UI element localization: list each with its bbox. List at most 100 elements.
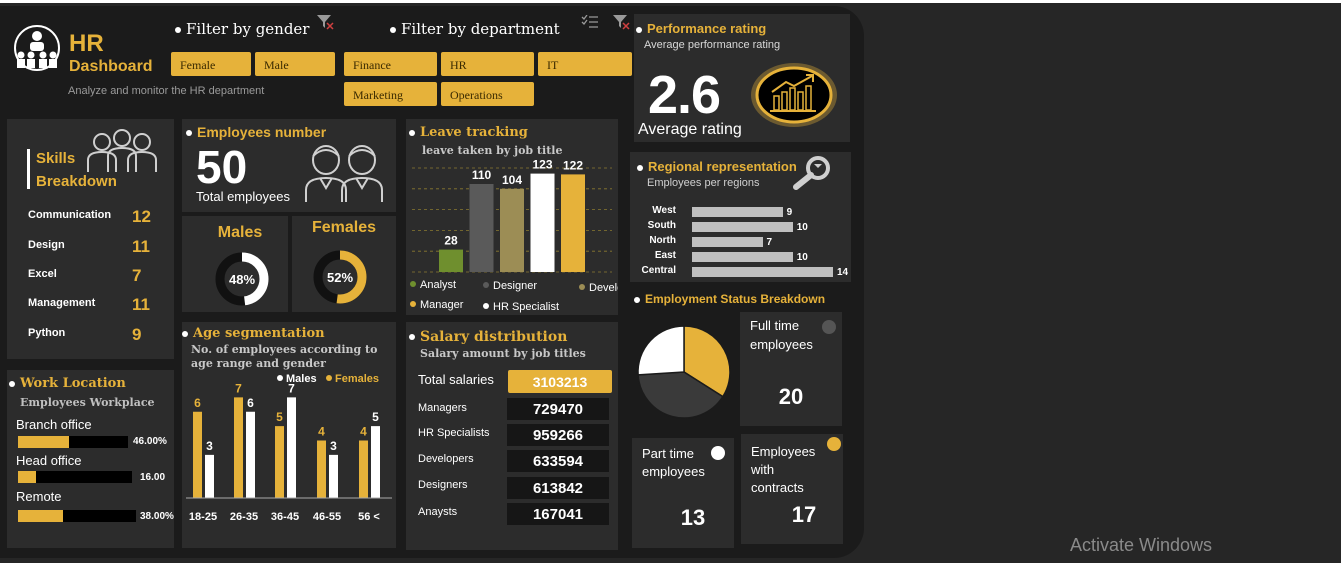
location-value: 38.00% — [140, 511, 174, 522]
region-value: 10 — [796, 222, 808, 233]
region-value: 9 — [786, 207, 793, 218]
leave-bar-label: 104 — [502, 173, 522, 187]
males-percent: 48% — [229, 272, 255, 287]
legend-label: Developer — [589, 282, 618, 294]
age-category-label: 46-55 — [313, 511, 341, 523]
skills-title-line1: Skills — [36, 150, 76, 167]
employees-icon — [305, 145, 383, 202]
contracts-value: 17 — [791, 502, 817, 527]
regional-title: Regional representation — [637, 159, 797, 174]
region-label: West — [652, 205, 676, 216]
skill-value: 9 — [132, 325, 142, 344]
filter-dept-marketing[interactable]: Marketing — [344, 82, 437, 106]
legend-marker — [483, 282, 489, 288]
filter-dept-finance[interactable]: Finance — [344, 52, 437, 76]
people-group-icon — [87, 129, 157, 172]
location-bar — [18, 436, 128, 448]
age-bar-label: 3 — [206, 439, 213, 453]
location-name: Remote — [16, 489, 62, 504]
performance-label: Average rating — [638, 121, 742, 138]
filter-dept-operations[interactable]: Operations — [441, 82, 534, 106]
region-bar — [692, 207, 783, 217]
work-location-subtitle: Employees Workplace — [20, 396, 155, 409]
skill-value: 11 — [132, 237, 150, 256]
clear-filter-icon[interactable] — [316, 14, 334, 30]
search-region-icon — [793, 156, 830, 190]
region-value: 14 — [837, 267, 849, 278]
legend-marker — [579, 284, 585, 290]
age-subtitle: No. of employees according to age range … — [191, 343, 378, 370]
dashboard-title-line2: Dashboard — [69, 58, 153, 75]
location-bar-fill — [18, 471, 37, 483]
age-category-label: 18-25 — [189, 511, 217, 523]
age-bar-male — [287, 397, 296, 498]
region-label: East — [654, 250, 676, 261]
skill-name: Excel — [28, 268, 57, 280]
part-time-value: 13 — [680, 505, 706, 530]
clear-filter-icon[interactable] — [612, 14, 630, 30]
filter-dept-it[interactable]: IT — [538, 52, 632, 76]
growth-chart-icon — [751, 63, 837, 127]
multi-select-icon[interactable] — [581, 15, 599, 29]
location-value: 46.00% — [133, 436, 167, 447]
leave-bar-label: 110 — [472, 168, 492, 182]
age-bar-label: 6 — [247, 396, 254, 410]
filter-dept-hr[interactable]: HR — [441, 52, 534, 76]
location-bar-fill — [18, 510, 63, 522]
leave-bar-label: 123 — [532, 160, 552, 172]
region-label: South — [647, 220, 676, 231]
leave-bar — [439, 249, 463, 272]
work-location-title: Work Location — [9, 376, 126, 391]
part-time-label: Part time employees — [642, 446, 705, 479]
leave-bar — [561, 174, 585, 272]
location-bar — [18, 471, 132, 483]
location-bar — [18, 510, 136, 522]
females-title: Females — [311, 219, 377, 236]
skill-value: 12 — [132, 207, 151, 226]
salary-row-label: Designers — [418, 479, 468, 491]
age-bar-label: 7 — [235, 381, 242, 395]
filter-gender-male[interactable]: Male — [255, 52, 335, 76]
age-bar-label: 4 — [360, 425, 367, 439]
salary-row-label: Developers — [418, 453, 474, 465]
legend-label: Females — [335, 373, 379, 385]
performance-title: Performance rating — [636, 21, 766, 36]
salary-row-value: 633594 — [507, 450, 609, 472]
age-bar-female — [234, 397, 243, 498]
salary-row-value: 959266 — [507, 424, 609, 446]
region-bar — [692, 267, 833, 277]
location-name: Branch office — [16, 417, 92, 432]
salary-row-value: 729470 — [507, 398, 609, 420]
contracts-legend-dot — [827, 437, 841, 451]
age-category-label: 36-45 — [271, 511, 299, 523]
age-category-label: 26-35 — [230, 511, 258, 523]
leave-bar — [469, 184, 494, 272]
skill-name: Communication — [28, 209, 112, 221]
skill-value: 11 — [132, 295, 150, 314]
employees-value: 50 — [196, 141, 248, 193]
skill-name: Management — [28, 297, 96, 309]
employment-pie — [637, 325, 731, 419]
age-title: Age segmentation — [182, 326, 325, 341]
leave-bar-label: 122 — [563, 160, 583, 172]
legend-label: Analyst — [420, 279, 456, 291]
filter-gender-female[interactable]: Female — [171, 52, 251, 76]
team-icon — [14, 25, 60, 71]
regional-subtitle: Employees per regions — [647, 177, 760, 189]
performance-subtitle: Average performance rating — [644, 39, 781, 51]
legend-marker — [483, 303, 489, 309]
males-title: Males — [217, 224, 263, 241]
legend-marker — [326, 375, 332, 381]
age-bar-label: 5 — [372, 410, 379, 424]
males-donut: 48% — [215, 252, 269, 306]
skill-value: 7 — [132, 266, 142, 285]
salary-total-label: Total salaries — [418, 372, 494, 387]
females-percent: 52% — [327, 270, 353, 285]
region-bar — [692, 252, 793, 262]
age-bar-female — [317, 440, 326, 498]
legend-marker — [410, 281, 416, 287]
region-label: North — [649, 235, 676, 246]
salary-title: Salary distribution — [409, 329, 567, 345]
age-bar-female — [359, 440, 368, 498]
region-bar — [692, 222, 793, 232]
